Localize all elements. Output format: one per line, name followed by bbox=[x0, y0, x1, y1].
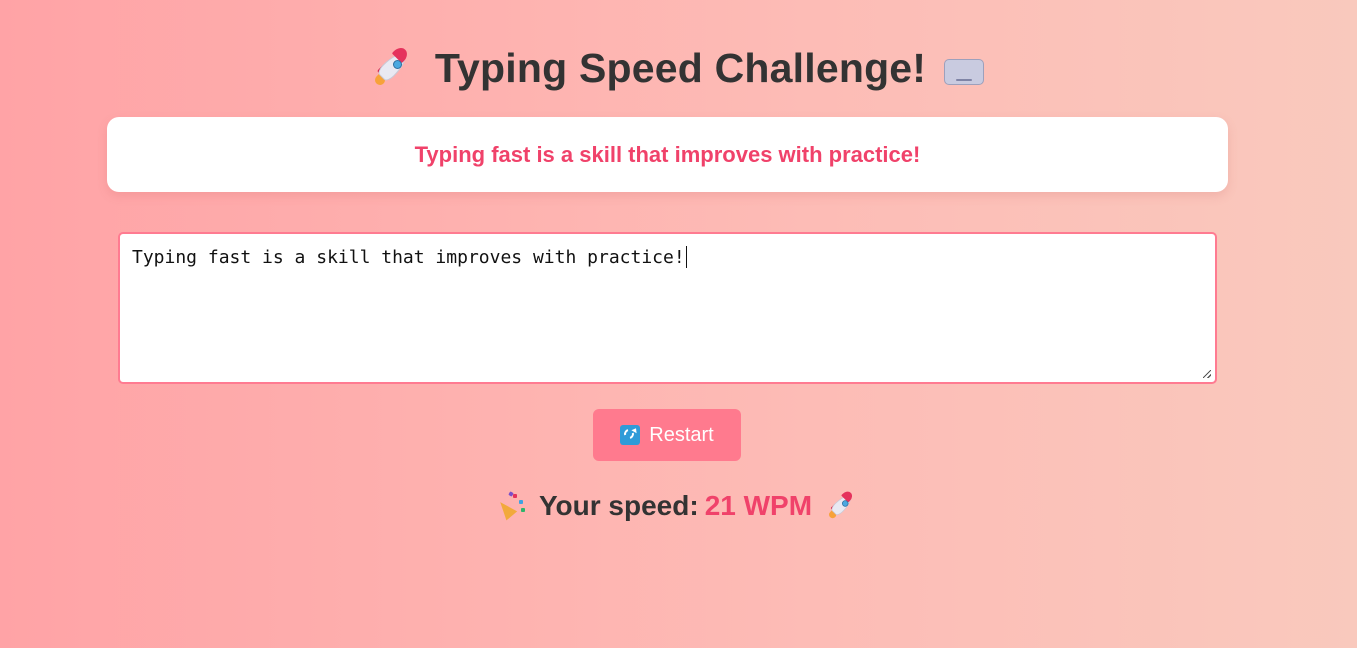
refresh-icon bbox=[620, 425, 641, 445]
rocket-icon bbox=[372, 44, 413, 88]
keyboard-icon bbox=[944, 59, 985, 85]
header: Typing Speed Challenge! bbox=[0, 42, 1357, 94]
resize-grip-icon[interactable] bbox=[1203, 370, 1211, 378]
quote-text: Typing fast is a skill that improves wit… bbox=[414, 141, 921, 167]
party-popper-icon bbox=[494, 490, 527, 522]
restart-button-label: Restart bbox=[649, 423, 714, 446]
typing-input[interactable]: Typing fast is a skill that improves wit… bbox=[118, 232, 1217, 384]
speed-result: Your speed: 21 WPM bbox=[0, 486, 1357, 526]
text-caret bbox=[685, 246, 687, 268]
speed-value: 21 WPM bbox=[704, 490, 813, 521]
quote-card: Typing fast is a skill that improves wit… bbox=[107, 117, 1228, 192]
rocket-icon bbox=[827, 489, 857, 521]
typing-input-value: Typing fast is a skill that improves wit… bbox=[132, 247, 685, 268]
page-title: Typing Speed Challenge! bbox=[434, 44, 927, 91]
restart-button[interactable]: Restart bbox=[593, 409, 741, 461]
speed-label: Your speed: bbox=[538, 490, 699, 521]
